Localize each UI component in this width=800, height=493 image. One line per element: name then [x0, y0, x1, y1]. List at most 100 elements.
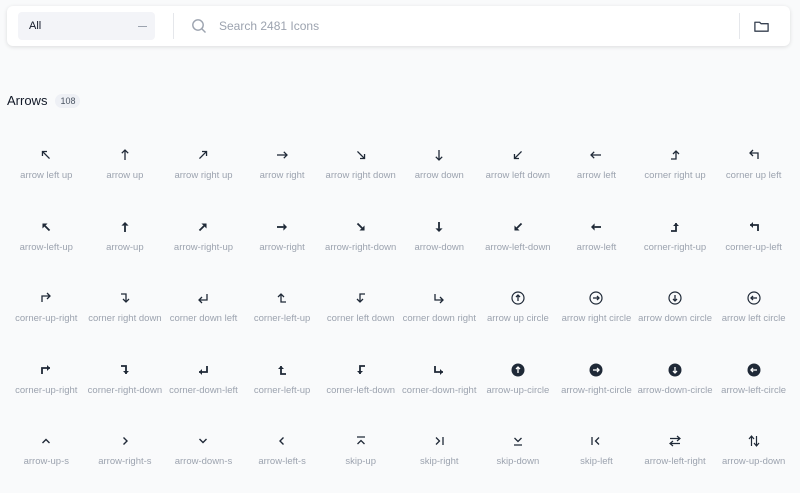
arrow-down-circle-filled-icon [667, 362, 683, 378]
icon-tile[interactable]: arrow-right-s [86, 421, 165, 493]
arrow-left-circle-filled-icon [746, 362, 762, 378]
icon-label: arrow-left-down [485, 241, 551, 253]
icon-tile[interactable]: corner-up-left [714, 207, 793, 279]
icon-tile[interactable]: arrow-up-s [7, 421, 86, 493]
icon-tile[interactable]: corner up left [714, 135, 793, 207]
icon-grid: arrow left up arrow up arrow right up arrow… [7, 135, 793, 493]
icon-label: corner-down-right [402, 384, 477, 396]
icon-tile[interactable]: skip-up [321, 421, 400, 493]
icon-label: corner-left-down [326, 384, 395, 396]
category-select[interactable]: All [18, 12, 155, 40]
icon-label: arrow-left-up [19, 241, 73, 253]
icon-tile[interactable]: arrow up circle [479, 278, 558, 350]
icon-tile[interactable]: arrow-left-circle [714, 350, 793, 422]
icon-label: arrow-down [414, 241, 465, 253]
icon-label: corner right down [88, 313, 162, 324]
corner-down-right-icon [431, 290, 447, 306]
icon-tile[interactable]: corner-right-up [636, 207, 715, 279]
icon-tile[interactable]: skip-left [557, 421, 636, 493]
icon-tile[interactable]: arrow-up-down [714, 421, 793, 493]
icon-tile[interactable]: arrow left down [479, 135, 558, 207]
icon-tile[interactable]: arrow-down-circle [636, 350, 715, 422]
chevron-down-icon [195, 433, 211, 449]
icon-tile[interactable]: arrow right circle [557, 278, 636, 350]
icon-tile[interactable]: skip-down [479, 421, 558, 493]
icon-tile[interactable]: skip-right [400, 421, 479, 493]
section-count-badge: 108 [55, 93, 81, 108]
icon-label: arrow down [414, 170, 464, 181]
icon-tile[interactable]: corner left down [321, 278, 400, 350]
search-input[interactable] [217, 18, 731, 34]
icon-tile[interactable]: corner-up-right [7, 278, 86, 350]
icon-label: arrow-left-circle [721, 384, 787, 396]
icon-label: arrow-right [259, 241, 305, 253]
corner-right-up-icon [667, 147, 683, 163]
icon-tile[interactable]: arrow right up [164, 135, 243, 207]
icon-tile[interactable]: arrow-up [86, 207, 165, 279]
icon-tile[interactable]: arrow-left-up [7, 207, 86, 279]
icon-label: arrow up circle [486, 313, 549, 324]
chevron-left-icon [274, 433, 290, 449]
icon-tile[interactable]: arrow up [86, 135, 165, 207]
icon-tile[interactable]: arrow-right [243, 207, 322, 279]
icon-label: corner down right [402, 313, 476, 324]
icon-tile[interactable]: arrow-right-down [321, 207, 400, 279]
icon-tile[interactable]: corner-left-up [243, 350, 322, 422]
icon-tile[interactable]: corner right up [636, 135, 715, 207]
icon-tile[interactable]: arrow-left [557, 207, 636, 279]
icon-tile[interactable]: arrow-up-circle [479, 350, 558, 422]
icon-tile[interactable]: corner down left [164, 278, 243, 350]
chevron-right-icon [117, 433, 133, 449]
icon-tile[interactable]: arrow right down [321, 135, 400, 207]
icon-tile[interactable]: arrow down circle [636, 278, 715, 350]
arrow-right-icon [274, 147, 290, 163]
icon-tile[interactable]: corner down right [400, 278, 479, 350]
corner-right-down-bold-icon [117, 362, 133, 378]
skip-right-icon [431, 433, 447, 449]
arrow-left-right-icon [667, 433, 683, 449]
folder-icon[interactable] [752, 17, 770, 35]
arrow-left-icon [588, 147, 604, 163]
icon-tile[interactable]: corner-right-down [86, 350, 165, 422]
arrow-up-circle-icon [510, 290, 526, 306]
arrow-right-circle-filled-icon [588, 362, 604, 378]
icon-tile[interactable]: corner-down-left [164, 350, 243, 422]
arrow-right-bold-icon [274, 219, 290, 235]
toolbar: All [7, 6, 790, 46]
select-dash-icon [138, 25, 147, 27]
icon-label: skip-up [345, 456, 376, 467]
icon-tile[interactable]: corner-left-up [243, 278, 322, 350]
icon-tile[interactable]: arrow-left-down [479, 207, 558, 279]
icon-tile[interactable]: arrow down [400, 135, 479, 207]
icon-label: arrow left [576, 170, 616, 181]
toolbar-divider [173, 13, 174, 39]
icon-tile[interactable]: corner-up-right [7, 350, 86, 422]
icon-tile[interactable]: arrow left circle [714, 278, 793, 350]
icon-label: arrow right up [174, 170, 233, 181]
icon-label: arrow-down-circle [637, 384, 713, 396]
icon-tile[interactable]: corner-down-right [400, 350, 479, 422]
icon-tile[interactable]: arrow-down-s [164, 421, 243, 493]
icon-tile[interactable]: arrow right [243, 135, 322, 207]
icon-label: arrow-up-down [721, 456, 786, 467]
icon-tile[interactable]: arrow-left-s [243, 421, 322, 493]
icon-label: arrow-right-up [173, 241, 234, 253]
arrow-right-up-icon [195, 147, 211, 163]
icon-tile[interactable]: arrow-right-circle [557, 350, 636, 422]
icon-label: arrow-right-s [98, 456, 152, 467]
icon-tile[interactable]: corner right down [86, 278, 165, 350]
icon-label: skip-down [496, 456, 540, 467]
icon-tile[interactable]: arrow left up [7, 135, 86, 207]
arrow-right-up-bold-icon [195, 219, 211, 235]
icon-tile[interactable]: arrow-right-up [164, 207, 243, 279]
icon-tile[interactable]: arrow-down [400, 207, 479, 279]
icon-tile[interactable]: arrow left [557, 135, 636, 207]
arrow-down-bold-icon [431, 219, 447, 235]
icon-tile[interactable]: arrow-left-right [636, 421, 715, 493]
corner-up-right-bold-icon [38, 362, 54, 378]
corner-down-right-bold-icon [431, 362, 447, 378]
icon-label: arrow left down [485, 170, 551, 181]
icon-tile[interactable]: corner-left-down [321, 350, 400, 422]
icon-label: corner right up [644, 170, 706, 181]
icon-label: arrow-left-s [258, 456, 306, 467]
